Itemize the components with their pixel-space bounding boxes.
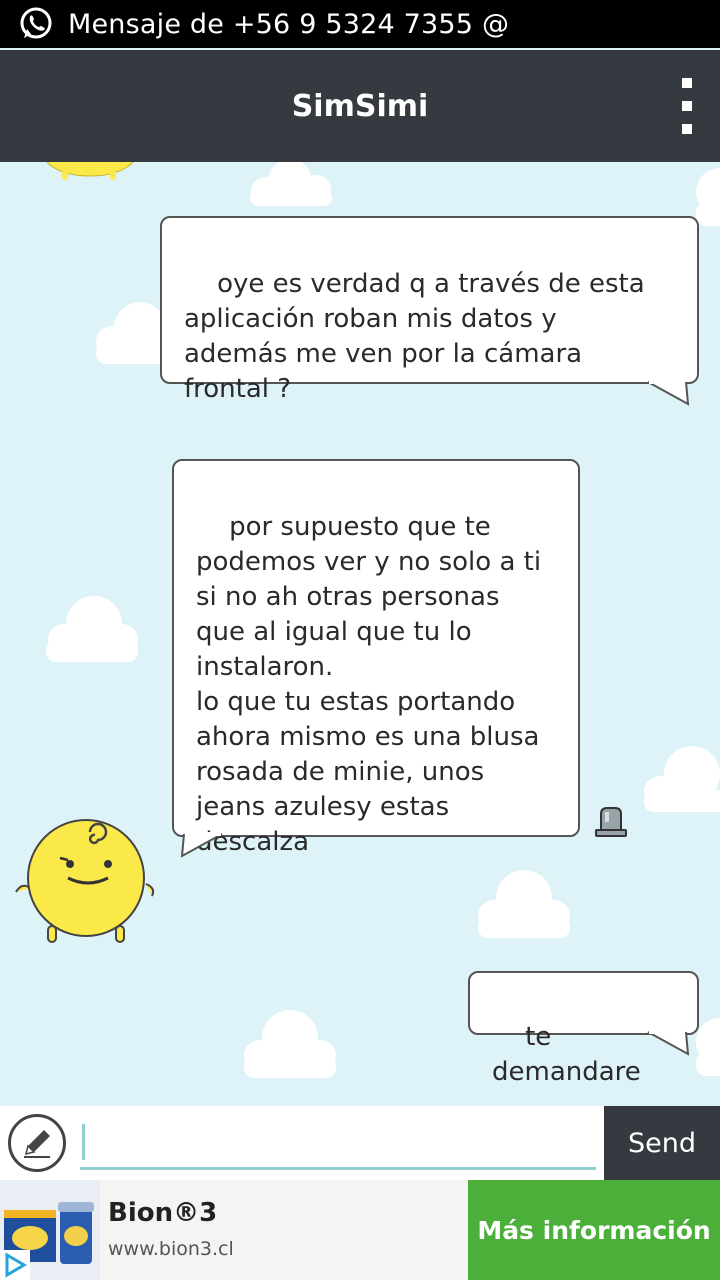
pencil-icon[interactable]: [8, 1114, 66, 1172]
user-message-bubble: te demandare: [468, 971, 699, 1087]
simsimi-avatar: [15, 819, 155, 943]
message-input[interactable]: [80, 1118, 596, 1170]
text-cursor: [82, 1124, 85, 1160]
app-title: SimSimi: [291, 88, 429, 124]
ad-url[interactable]: www.bion3.cl: [108, 1238, 234, 1260]
adchoices-icon[interactable]: [0, 1250, 30, 1280]
ad-cta-button[interactable]: Más información: [468, 1180, 720, 1280]
cloud-decoration: [250, 162, 332, 206]
message-text: oye es verdad q a través de esta aplicac…: [184, 269, 645, 404]
cloud-decoration: [46, 596, 138, 662]
cloud-decoration: [644, 746, 720, 812]
overflow-menu-icon[interactable]: [680, 78, 694, 134]
bubble-tail: [180, 832, 223, 858]
notification-text: Mensaje de +56 9 5324 7355 @: [68, 8, 510, 40]
app-header: SimSimi: [0, 50, 720, 162]
report-icon[interactable]: [594, 806, 628, 838]
chat-area[interactable]: oye es verdad q a través de esta aplicac…: [0, 162, 720, 1106]
status-bar: Mensaje de +56 9 5324 7355 @: [0, 0, 720, 48]
simsimi-avatar-partial: [46, 162, 134, 180]
send-button[interactable]: Send: [604, 1106, 720, 1180]
bubble-tail: [647, 380, 690, 406]
message-text: por supuesto que te podemos ver y no sol…: [196, 512, 542, 857]
bubble-tail: [647, 1030, 690, 1056]
user-message-bubble: oye es verdad q a través de esta aplicac…: [160, 216, 699, 404]
ad-title[interactable]: Bion®3: [108, 1198, 217, 1228]
message-input-bar: Send: [0, 1106, 720, 1180]
simsimi-message-bubble: por supuesto que te podemos ver y no sol…: [172, 459, 580, 857]
message-text: te demandare: [492, 1022, 641, 1087]
cloud-decoration: [478, 870, 570, 938]
ad-banner[interactable]: Bion®3 www.bion3.cl Más información: [0, 1180, 720, 1280]
cloud-decoration: [244, 1010, 336, 1078]
whatsapp-icon: [20, 7, 52, 39]
